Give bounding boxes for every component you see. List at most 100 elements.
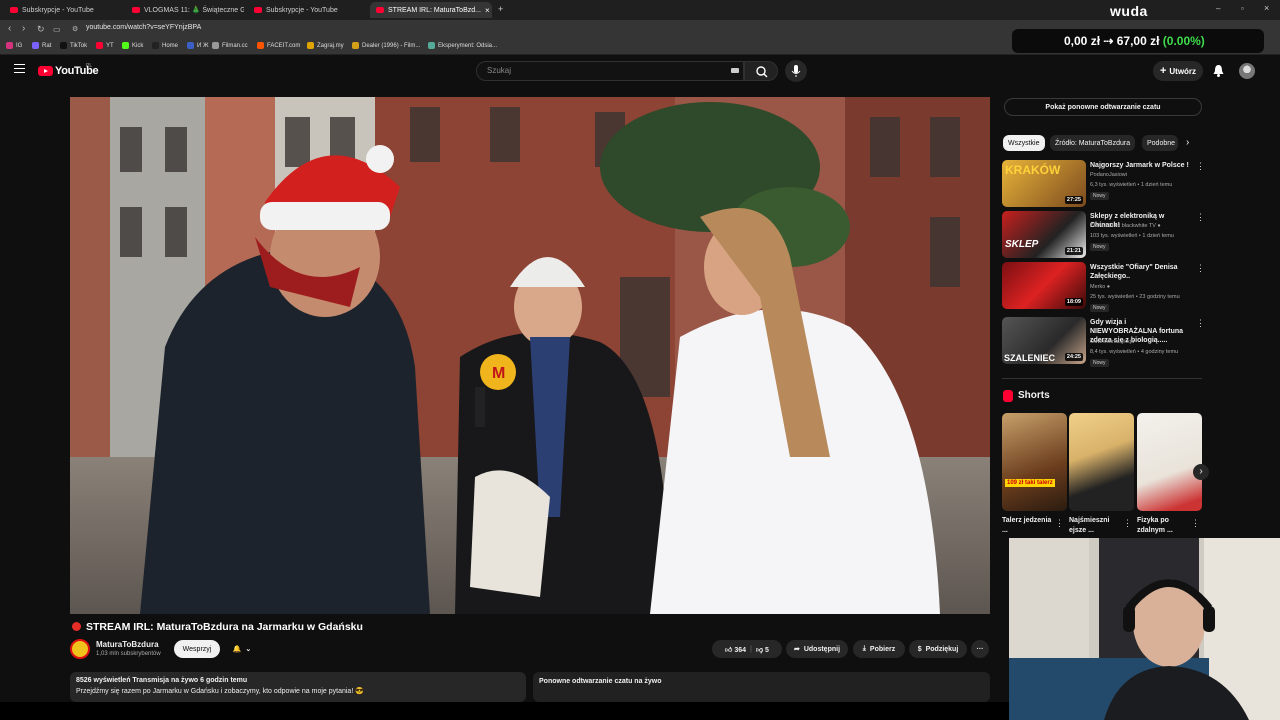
bookmark-item[interactable]: И Ж <box>187 42 209 49</box>
more-vert-icon[interactable]: ⋮ <box>1196 318 1205 329</box>
menu-icon[interactable] <box>14 64 25 73</box>
bottom-strip <box>0 702 1009 720</box>
close-tab-icon[interactable]: × <box>485 6 490 15</box>
thanks-button[interactable]: $ Podziękuj <box>909 640 967 658</box>
channel-avatar[interactable] <box>70 639 90 659</box>
search-button[interactable] <box>744 61 778 81</box>
new-badge: Nowy <box>1090 304 1109 312</box>
forward-icon[interactable]: › <box>22 23 25 34</box>
show-chat-replay-button[interactable]: Pokaż ponowne odtwarzanie czatu <box>1004 98 1202 116</box>
url-field[interactable]: youtube.com/watch?v=seYFYnjzBPA <box>86 24 201 31</box>
thumbnail-text: SKLEP <box>1005 239 1039 250</box>
tab-title: STREAM IRL: MaturaToBzd... <box>388 6 481 14</box>
video-frame: M <box>70 97 990 614</box>
reload-icon[interactable]: ↻ <box>37 24 45 35</box>
browser-tab[interactable]: VLOGMAS 11: 🎄 Świąteczne Gotow... <box>126 2 244 18</box>
more-vert-icon[interactable]: ⋮ <box>1191 518 1200 529</box>
bell-icon: 🔔 <box>232 646 242 653</box>
short-title[interactable]: Fizyka po zdalnym ... <box>1137 516 1191 536</box>
more-vert-icon[interactable]: ⋮ <box>1055 518 1064 529</box>
bell-icon[interactable] <box>1212 64 1225 78</box>
browser-tab[interactable]: Subskrypcje - YouTube <box>4 2 122 18</box>
bookmark-item[interactable]: Eksperyment: Odsia... <box>428 42 497 49</box>
short-thumbnail[interactable] <box>1069 413 1134 511</box>
browser-tab-active[interactable]: STREAM IRL: MaturaToBzd... × <box>370 2 492 18</box>
youtube-favicon-icon <box>132 7 140 13</box>
description-views: 8526 wyświetleń Transmisja na żywo 6 god… <box>76 677 248 684</box>
keyboard-icon[interactable] <box>731 68 739 73</box>
short-title[interactable]: Talerz jedzenia ... <box>1002 516 1056 536</box>
download-button[interactable]: ⤓ Pobierz <box>853 640 905 658</box>
recommendation-meta: 103 tys. wyświetleń • 1 dzień temu <box>1090 233 1174 239</box>
search-icon <box>756 66 768 78</box>
share-button[interactable]: ➦ Udostępnij <box>786 640 848 658</box>
short-thumbnail[interactable] <box>1137 413 1202 511</box>
new-badge: Nowy <box>1090 359 1109 367</box>
bookmark-item[interactable]: Rat <box>32 42 51 49</box>
chip-similar[interactable]: Podobne <box>1142 135 1178 151</box>
short-thumbnail[interactable]: 109 zł taki talerz <box>1002 413 1067 511</box>
chip-all[interactable]: Wszystkie <box>1003 135 1045 151</box>
channel-name[interactable]: MaturaToBzdura <box>96 640 159 649</box>
maximize-icon[interactable]: ▫ <box>1241 4 1244 13</box>
recommendation-thumbnail[interactable]: KRAKÓW 27:25 <box>1002 160 1086 207</box>
video-player[interactable]: M <box>70 97 990 614</box>
more-vert-icon[interactable]: ⋮ <box>1196 263 1205 274</box>
support-button[interactable]: Wesprzyj <box>174 640 220 658</box>
tab-title: Subskrypcje - YouTube <box>266 6 338 14</box>
more-vert-icon[interactable]: ⋮ <box>1196 161 1205 172</box>
back-icon[interactable]: ‹ <box>8 23 11 34</box>
search-input[interactable]: Szukaj <box>476 61 744 81</box>
more-vert-icon[interactable]: ⋮ <box>1196 212 1205 223</box>
recommendation-meta: 8,4 tys. wyświetleń • 4 godziny temu <box>1090 349 1179 355</box>
bookmark-item[interactable]: YT <box>96 42 114 49</box>
recommendation-thumbnail[interactable]: SKLEP 21:21 <box>1002 211 1086 258</box>
close-window-icon[interactable]: × <box>1264 3 1269 13</box>
browser-tab[interactable]: Subskrypcje - YouTube <box>248 2 366 18</box>
bookmark-item[interactable]: IG <box>6 42 22 49</box>
recommendation-title[interactable]: Wszystkie "Ofiary" Denisa Załęckiego.. <box>1090 263 1194 281</box>
voice-search-button[interactable] <box>785 60 807 82</box>
recommendation-title[interactable]: Najgorszy Jarmark w Polsce ! <box>1090 161 1194 170</box>
bookmark-item[interactable]: Dealer (1996) - Film... <box>352 42 420 49</box>
webcam-overlay <box>1009 538 1280 720</box>
svg-text:M: M <box>492 365 505 382</box>
chevron-right-icon: › <box>1199 466 1203 477</box>
like-button[interactable]: 👍︎ 364 <box>725 645 746 654</box>
chip-source[interactable]: Źródło: MaturaToBzdura <box>1050 135 1136 151</box>
recommendation-channel[interactable]: ZMASLO ● i blackwhite TV ● <box>1090 223 1161 229</box>
tab-title: Subskrypcje - YouTube <box>22 6 94 14</box>
short-title[interactable]: Najśmieszni ejsze ... <box>1069 516 1123 536</box>
more-vert-icon[interactable]: ⋮ <box>1123 518 1132 529</box>
short-overlay-text: 109 zł taki talerz <box>1005 479 1055 487</box>
account-avatar[interactable] <box>1239 63 1255 79</box>
notifications-button[interactable]: 🔔 ⌄ <box>226 640 258 658</box>
chevron-right-icon[interactable]: › <box>1186 137 1189 148</box>
thumbnail-text: SZALENIEC <box>1004 353 1056 363</box>
bookmark-page-icon[interactable]: ▭ <box>53 25 61 34</box>
create-button[interactable]: + Utwórz <box>1153 61 1203 81</box>
bookmark-item[interactable]: FACEIT.com <box>257 42 300 49</box>
plus-icon: + <box>1159 65 1167 77</box>
bookmark-item[interactable]: Filman.cc <box>212 42 248 49</box>
more-actions-button[interactable]: ··· <box>971 640 989 658</box>
shorts-next-button[interactable]: › <box>1193 464 1209 480</box>
recommendation-channel[interactable]: PodanoJasiowi <box>1090 172 1127 178</box>
recommendation-channel[interactable]: OdwróconaLekcja <box>1090 339 1134 345</box>
recommendation-channel[interactable]: Merko ● <box>1090 284 1110 290</box>
recommendation-thumbnail[interactable]: 18:09 <box>1002 262 1086 309</box>
site-info-icon[interactable]: ⚙ <box>72 25 78 33</box>
bookmark-item[interactable]: Home <box>152 42 178 49</box>
video-title: STREAM IRL: MaturaToBzdura na Jarmarku w… <box>86 621 363 633</box>
streamer-name: wuda <box>1110 3 1148 19</box>
dislike-button[interactable]: 👎︎ 5 <box>756 645 769 654</box>
recommendation-thumbnail[interactable]: SZALENIEC 24:25 <box>1002 317 1086 364</box>
bookmark-item[interactable]: Zagraj.my <box>307 42 344 49</box>
bookmark-item[interactable]: Kick <box>122 42 143 49</box>
minimize-icon[interactable]: – <box>1216 4 1220 13</box>
duration-badge: 18:09 <box>1064 298 1083 306</box>
bookmark-item[interactable]: TikTok <box>60 42 87 49</box>
new-tab-button[interactable]: + <box>498 4 503 14</box>
duration-badge: 21:21 <box>1064 247 1083 255</box>
youtube-logo-icon[interactable] <box>38 66 53 76</box>
